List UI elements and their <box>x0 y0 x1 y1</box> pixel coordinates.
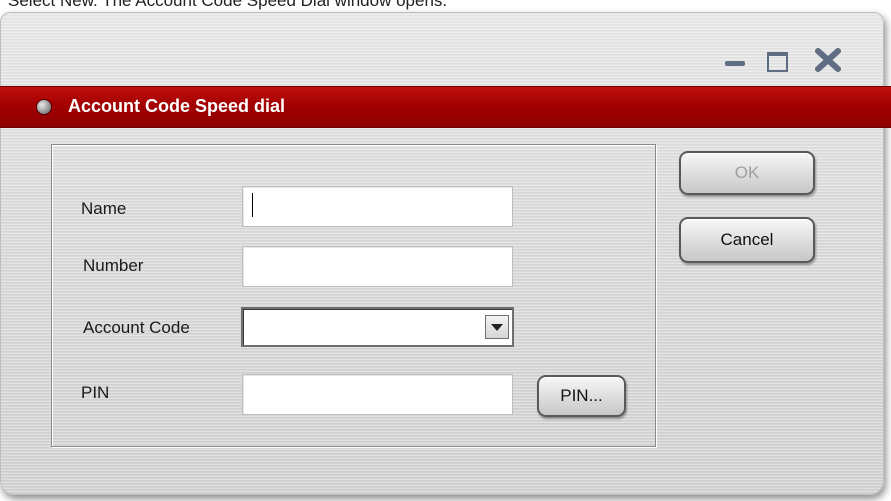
pin-label: PIN <box>81 383 110 402</box>
page-caption: Select New. The Account Code Speed Dial … <box>8 0 448 10</box>
minimize-icon[interactable] <box>723 50 747 70</box>
maximize-icon[interactable] <box>765 50 789 72</box>
close-icon[interactable] <box>815 48 841 72</box>
number-label: Number <box>83 256 144 275</box>
number-input[interactable] <box>242 246 513 287</box>
cancel-button[interactable]: Cancel <box>679 217 815 263</box>
account-code-select[interactable] <box>241 307 514 347</box>
dialog-title: Account Code Speed dial <box>68 96 286 116</box>
ok-button[interactable]: OK <box>679 151 815 195</box>
name-input[interactable] <box>242 186 513 227</box>
pin-input[interactable] <box>242 374 513 415</box>
status-led-icon <box>37 100 51 114</box>
name-label: Name <box>81 199 127 218</box>
account-code-label: Account Code <box>83 318 190 337</box>
pin-button[interactable]: PIN... <box>537 375 626 417</box>
dialog-title-bar: Account Code Speed dial <box>0 86 891 128</box>
text-caret <box>252 193 253 217</box>
chevron-down-icon[interactable] <box>485 315 509 339</box>
